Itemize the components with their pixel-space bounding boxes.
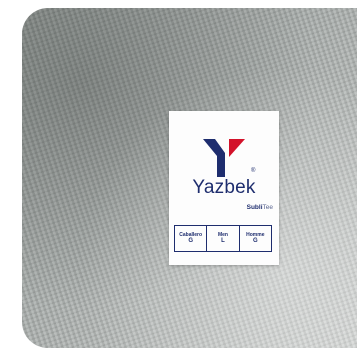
size-value: G [252, 238, 258, 244]
product-line-light: Tee [262, 204, 273, 211]
registered-mark: ® [251, 168, 256, 174]
size-value: L [221, 238, 225, 244]
size-cell-caballero: Caballero G [175, 226, 208, 251]
size-cell-men: Men L [207, 226, 240, 251]
size-cell-homme: Homme G [240, 226, 271, 251]
size-table: Caballero G Men L Homme G [174, 225, 272, 252]
size-value: G [188, 238, 193, 244]
product-line: SubliTee [247, 204, 273, 211]
knit-fabric-photo: ® Yazbek SubliTee Caballero G Men L Homm… [22, 8, 357, 348]
product-line-bold: Subli [246, 204, 263, 211]
yazbek-y-logo-icon [203, 139, 245, 177]
garment-label: ® Yazbek SubliTee Caballero G Men L Homm… [169, 111, 279, 265]
brand-name: Yazbek [192, 177, 256, 198]
